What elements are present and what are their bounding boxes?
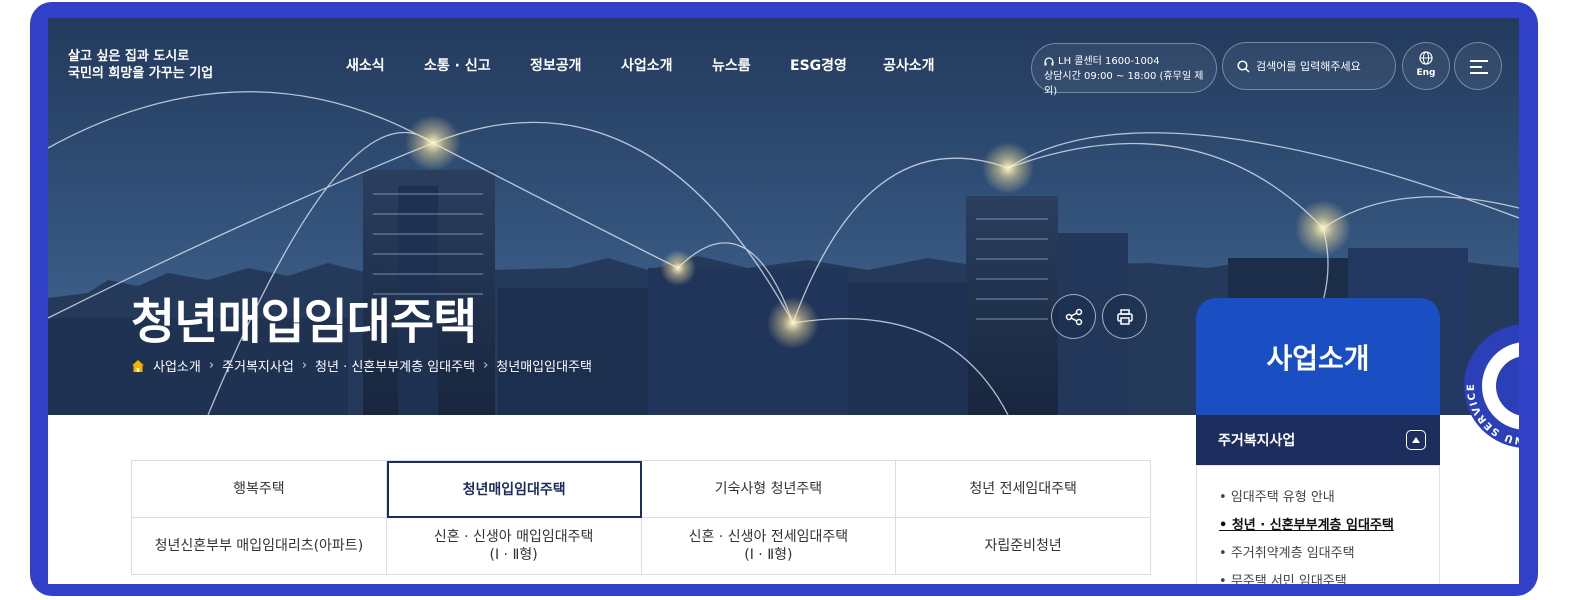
side-section-toggle[interactable]: 주거복지사업 (1196, 415, 1440, 465)
sub-tab-grid: 행복주택 청년매입임대주택 기숙사형 청년주택 청년 전세임대주택 청년신혼부부… (131, 460, 1151, 575)
browser-viewport: 살고 싶은 집과 도시로 국민의 희망을 가꾸는 기업 새소식 소통 · 신고 … (48, 18, 1519, 584)
gnb-disclosure[interactable]: 정보공개 (530, 55, 582, 75)
gnb-communication[interactable]: 소통 · 신고 (424, 55, 491, 75)
side-menu-item[interactable]: 주거취약계층 임대주택 (1219, 540, 1439, 568)
tab-independence-youth[interactable]: 자립준비청년 (896, 518, 1151, 575)
gnb-about[interactable]: 공사소개 (883, 55, 935, 75)
home-icon[interactable] (131, 359, 145, 373)
side-section-label: 주거복지사업 (1218, 433, 1296, 449)
gnb-business[interactable]: 사업소개 (621, 55, 673, 75)
logo-line-2: 국민의 희망을 가꾸는 기업 (68, 66, 214, 81)
tab-youth-purchase-rental[interactable]: 청년매입임대주택 (386, 461, 642, 518)
chevron-right-icon: › (208, 358, 215, 373)
gnb-newsroom[interactable]: 뉴스룸 (712, 55, 751, 75)
tab-newlywed-purchase-rental[interactable]: 신혼 · 신생아 매입임대주택 (Ⅰ · Ⅱ형) (386, 518, 642, 575)
language-label: Eng (1416, 68, 1436, 78)
gnb-esg[interactable]: ESG경영 (790, 55, 847, 75)
side-title: 사업소개 (1196, 298, 1440, 415)
share-icon (1065, 308, 1082, 325)
tab-youth-newlywed-reits[interactable]: 청년신혼부부 매입임대리츠(아파트) (132, 518, 387, 575)
gnb-news[interactable]: 새소식 (346, 55, 385, 75)
tab-happy-housing[interactable]: 행복주택 (132, 461, 387, 518)
tab-youth-jeonse-rental[interactable]: 청년 전세임대주택 (896, 461, 1151, 518)
quick-menu-button[interactable]: QUICK MENU SERVICE (1460, 320, 1519, 452)
callcenter-info[interactable]: LH 콜센터 1600-1004 상담시간 09:00 ~ 18:00 (휴무일… (1031, 43, 1217, 97)
callcenter-hours: 상담시간 09:00 ~ 18:00 (휴무일 제외) (1044, 71, 1204, 97)
print-button[interactable] (1102, 294, 1147, 339)
side-menu-list: 임대주택 유형 안내 청년 · 신혼부부계층 임대주택 주거취약계층 임대주택 … (1196, 465, 1440, 584)
site-logo[interactable]: 살고 싶은 집과 도시로 국민의 희망을 가꾸는 기업 (68, 48, 213, 82)
menu-button[interactable] (1454, 42, 1502, 90)
search-icon (1237, 59, 1250, 73)
side-menu-item-active[interactable]: 청년 · 신혼부부계층 임대주택 (1219, 512, 1439, 540)
callcenter-number: LH 콜센터 1600-1004 (1058, 56, 1160, 67)
breadcrumb-current: 청년매입임대주택 (496, 360, 592, 375)
quick-menu-badge: QUICK MENU SERVICE (1464, 324, 1519, 448)
language-button[interactable]: Eng (1402, 42, 1450, 90)
printer-icon (1116, 308, 1133, 325)
chevron-right-icon: › (483, 358, 489, 373)
breadcrumb-item[interactable]: 주거복지사업 (222, 356, 294, 375)
tab-newlywed-jeonse-rental[interactable]: 신혼 · 신생아 전세임대주택 (Ⅰ · Ⅱ형) (641, 518, 897, 575)
search-placeholder: 검색어를 입력해주세요 (1256, 60, 1361, 73)
search-box[interactable]: 검색어를 입력해주세요 (1222, 42, 1396, 90)
share-button[interactable] (1051, 294, 1096, 339)
page-title: 청년매입임대주택 (131, 294, 477, 350)
breadcrumb-item[interactable]: 청년 · 신혼부부계층 임대주택 (315, 356, 475, 375)
tab-row: 행복주택 청년매입임대주택 기숙사형 청년주택 청년 전세임대주택 (132, 461, 1151, 518)
logo-line-1: 살고 싶은 집과 도시로 (68, 49, 190, 64)
headset-icon (1044, 56, 1054, 65)
chevron-right-icon: › (301, 358, 308, 373)
side-navigation: 사업소개 주거복지사업 임대주택 유형 안내 청년 · 신혼부부계층 임대주택 … (1196, 298, 1440, 584)
collapse-icon[interactable] (1406, 430, 1426, 450)
globe-icon (1419, 51, 1433, 65)
side-menu-item[interactable]: 임대주택 유형 안내 (1219, 484, 1439, 512)
breadcrumb: 사업소개 › 주거복지사업 › 청년 · 신혼부부계층 임대주택 › 청년매입임… (131, 356, 592, 375)
tab-row: 청년신혼부부 매입임대리츠(아파트) 신혼 · 신생아 매입임대주택 (Ⅰ · … (132, 518, 1151, 575)
side-menu-item[interactable]: 무주택 서민 임대주택 (1219, 568, 1439, 584)
breadcrumb-item[interactable]: 사업소개 (153, 356, 201, 375)
tab-dormitory-youth-housing[interactable]: 기숙사형 청년주택 (641, 461, 897, 518)
